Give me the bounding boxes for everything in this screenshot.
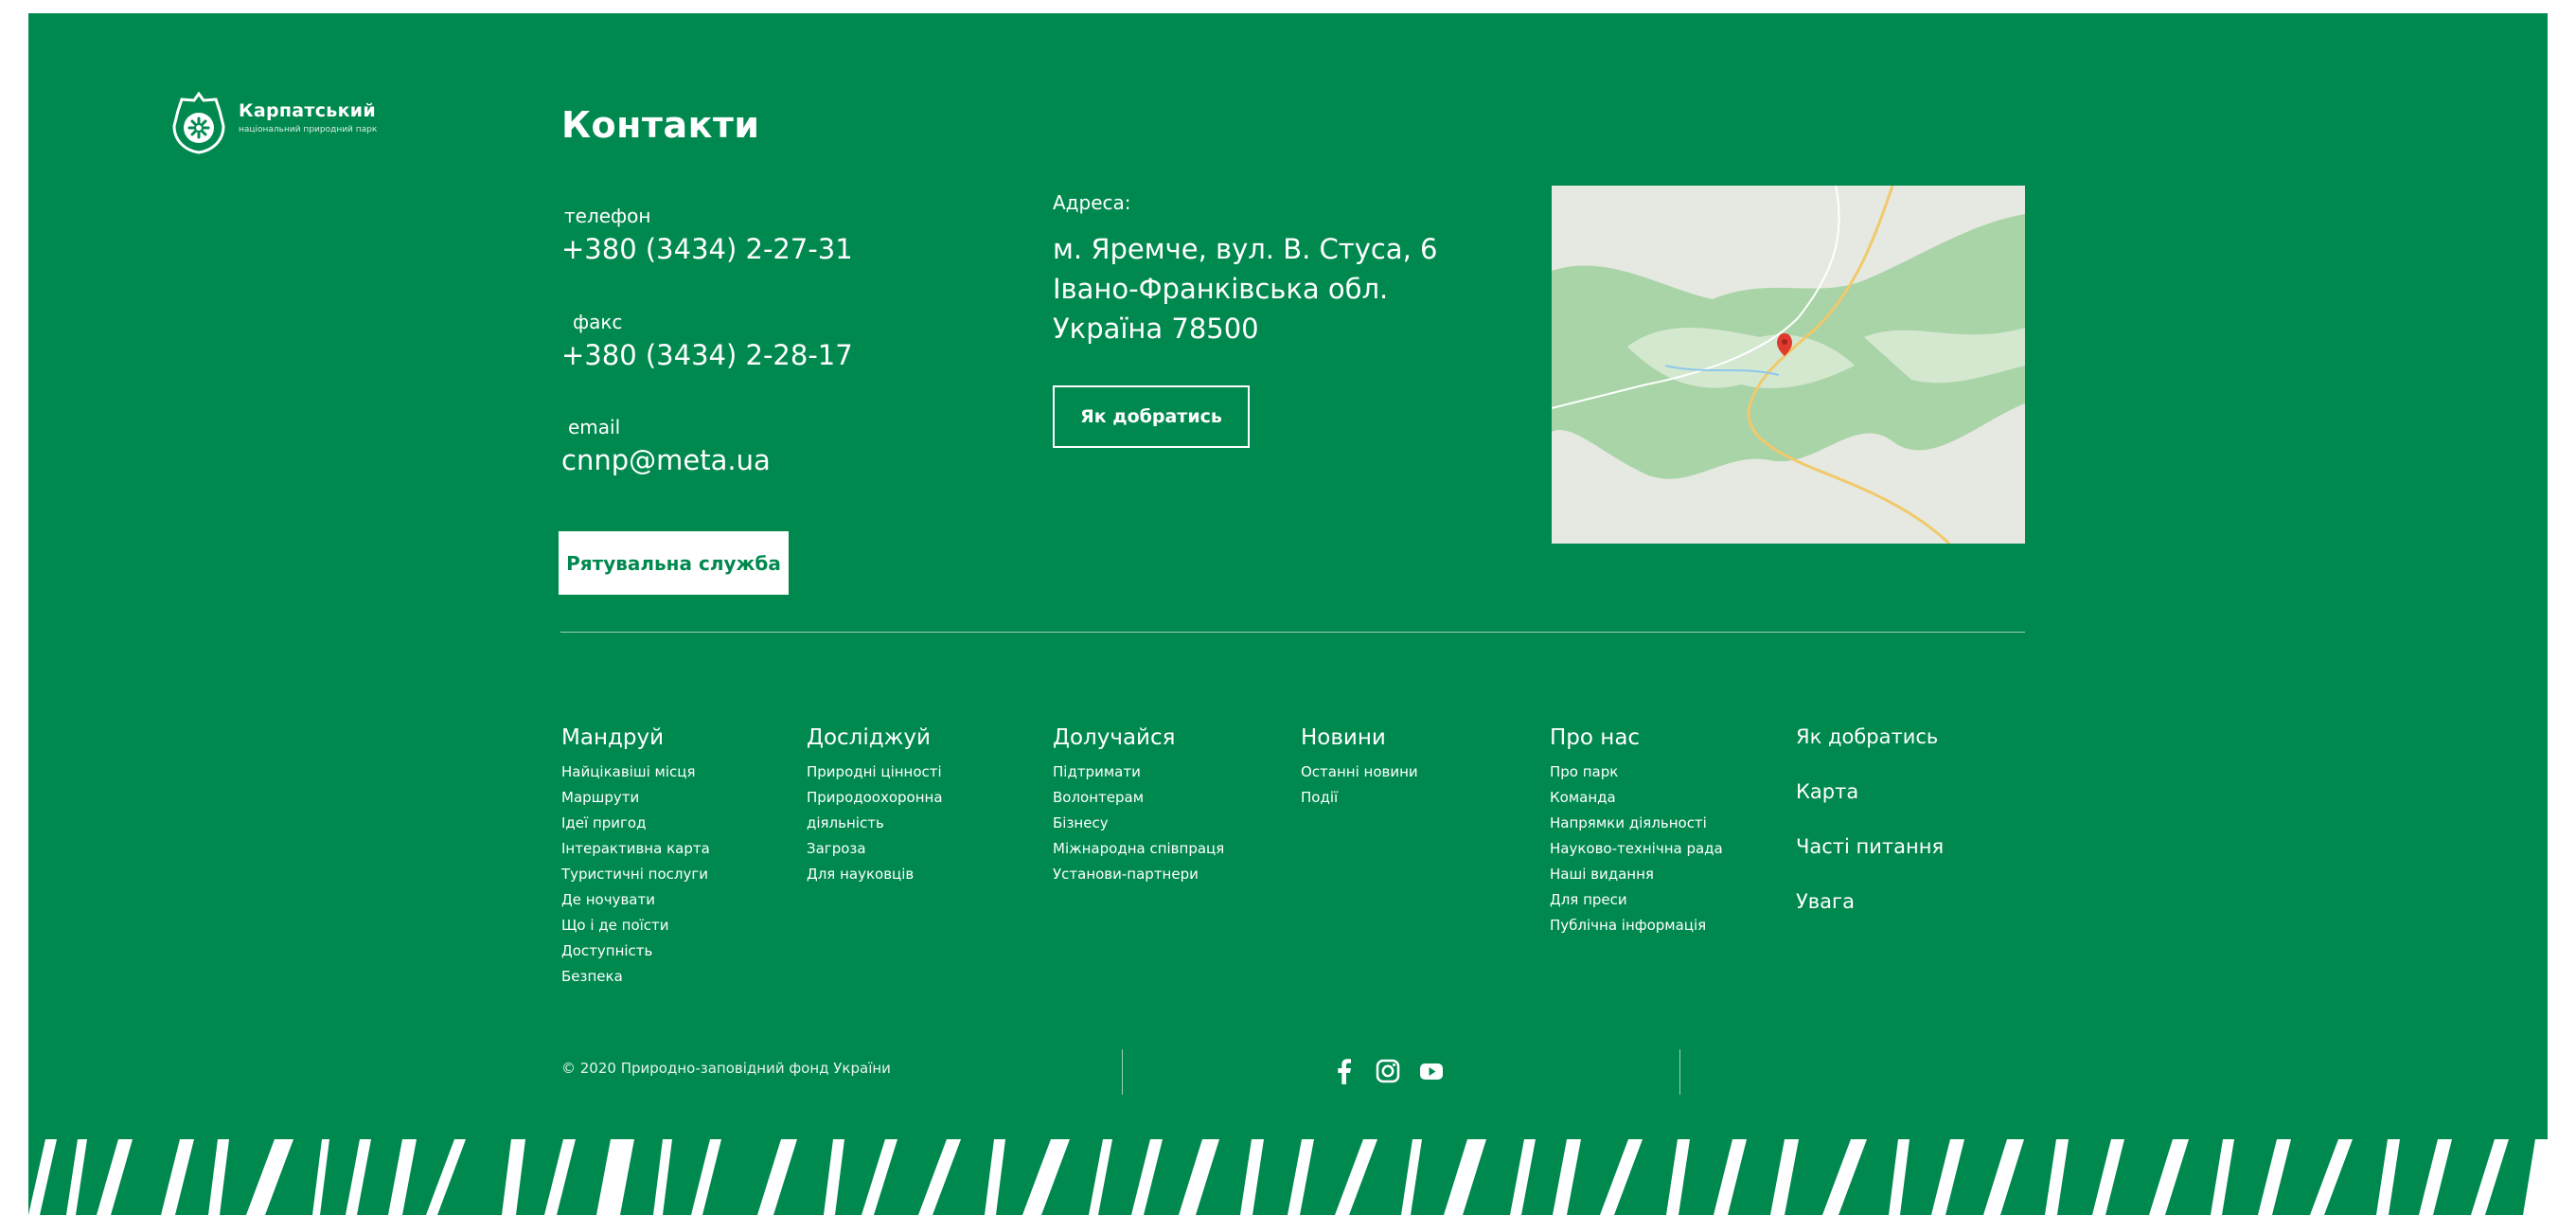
nav-link[interactable]: Про парк: [1550, 759, 1723, 785]
nav-link[interactable]: Наші видання: [1550, 862, 1723, 887]
nav-link[interactable]: Природоохоронна: [807, 785, 943, 811]
copyright-text: © 2020 Природно-заповідний фонд України: [561, 1060, 891, 1077]
contacts-title: Контакти: [561, 104, 760, 146]
nav-link[interactable]: Підтримати: [1053, 759, 1224, 785]
quick-link-map[interactable]: Карта: [1796, 780, 1858, 803]
location-map[interactable]: [1552, 186, 2025, 544]
nav-column-join: Долучайся Підтримати Волонтерам Бізнесу …: [1053, 725, 1224, 887]
phone-value[interactable]: +380 (3434) 2-27-31: [561, 233, 853, 265]
nav-link[interactable]: Науково-технічна рада: [1550, 836, 1723, 862]
nav-link[interactable]: Природні цінності: [807, 759, 943, 785]
nav-link[interactable]: Для науковців: [807, 862, 943, 887]
nav-link[interactable]: Туристичні послуги: [561, 862, 710, 887]
nav-heading-explore[interactable]: Досліджуй: [807, 725, 943, 750]
nav-column-about: Про нас Про парк Команда Напрямки діяльн…: [1550, 725, 1723, 938]
brand-name: Карпатський: [239, 100, 377, 121]
park-logo-icon[interactable]: [172, 92, 225, 154]
bottom-separator-left: [1122, 1049, 1123, 1095]
fax-value: +380 (3434) 2-28-17: [561, 339, 853, 371]
nav-link[interactable]: Де ночувати: [561, 887, 710, 913]
fax-label: факс: [573, 311, 623, 333]
address-line-2: Івано-Франківська обл.: [1053, 273, 1389, 305]
nav-link[interactable]: Публічна інформація: [1550, 913, 1723, 938]
quick-link-faq[interactable]: Часті питання: [1796, 835, 1944, 858]
site-footer: Карпатський національний природний парк …: [28, 13, 2548, 1215]
email-label: email: [568, 416, 621, 438]
nav-heading-travel[interactable]: Мандруй: [561, 725, 710, 750]
nav-link[interactable]: діяльність: [807, 811, 943, 836]
phone-label: телефон: [564, 205, 651, 227]
nav-link[interactable]: Напрямки діяльності: [1550, 811, 1723, 836]
nav-link[interactable]: Інтерактивна карта: [561, 836, 710, 862]
nav-link[interactable]: Міжнародна співпраця: [1053, 836, 1224, 862]
nav-link[interactable]: Події: [1301, 785, 1418, 811]
email-link[interactable]: cnnp@meta.ua: [561, 444, 771, 476]
youtube-icon[interactable]: [1417, 1057, 1446, 1085]
map-graphic: [1552, 186, 2025, 544]
nav-link[interactable]: Останні новини: [1301, 759, 1418, 785]
quick-link-attention[interactable]: Увага: [1796, 890, 1855, 913]
nav-link[interactable]: Установи-партнери: [1053, 862, 1224, 887]
nav-column-explore: Досліджуй Природні цінності Природоохоро…: [807, 725, 943, 887]
directions-button[interactable]: Як добратись: [1053, 385, 1250, 448]
rescue-service-button[interactable]: Рятувальна служба: [559, 531, 789, 595]
nav-link[interactable]: Ідеї пригод: [561, 811, 710, 836]
nav-column-travel: Мандруй Найцікавіші місця Маршрути Ідеї …: [561, 725, 710, 990]
facebook-icon[interactable]: [1330, 1057, 1359, 1085]
nav-link[interactable]: Для преси: [1550, 887, 1723, 913]
section-divider: [560, 632, 2025, 633]
nav-column-news: Новини Останні новини Події: [1301, 725, 1418, 811]
nav-link[interactable]: Що і де поїсти: [561, 913, 710, 938]
nav-link[interactable]: Доступність: [561, 938, 710, 964]
address-line-1: м. Яремче, вул. В. Стуса, 6: [1053, 233, 1438, 265]
address-label: Адреса:: [1053, 191, 1131, 214]
nav-heading-join[interactable]: Долучайся: [1053, 725, 1224, 750]
address-line-3: Україна 78500: [1053, 313, 1259, 345]
nav-link[interactable]: Бізнесу: [1053, 811, 1224, 836]
nav-link[interactable]: Загроза: [807, 836, 943, 862]
nav-link[interactable]: Найцікавіші місця: [561, 759, 710, 785]
instagram-icon[interactable]: [1374, 1057, 1402, 1085]
nav-heading-about[interactable]: Про нас: [1550, 725, 1723, 750]
decorative-stripes: [28, 1139, 2548, 1215]
bottom-separator-right: [1679, 1049, 1680, 1095]
nav-link[interactable]: Команда: [1550, 785, 1723, 811]
nav-link[interactable]: Маршрути: [561, 785, 710, 811]
nav-link[interactable]: Волонтерам: [1053, 785, 1224, 811]
brand-subtitle: національний природний парк: [239, 125, 378, 134]
quick-link-directions[interactable]: Як добратись: [1796, 725, 1938, 748]
nav-heading-news[interactable]: Новини: [1301, 725, 1418, 750]
nav-link[interactable]: Безпека: [561, 964, 710, 990]
